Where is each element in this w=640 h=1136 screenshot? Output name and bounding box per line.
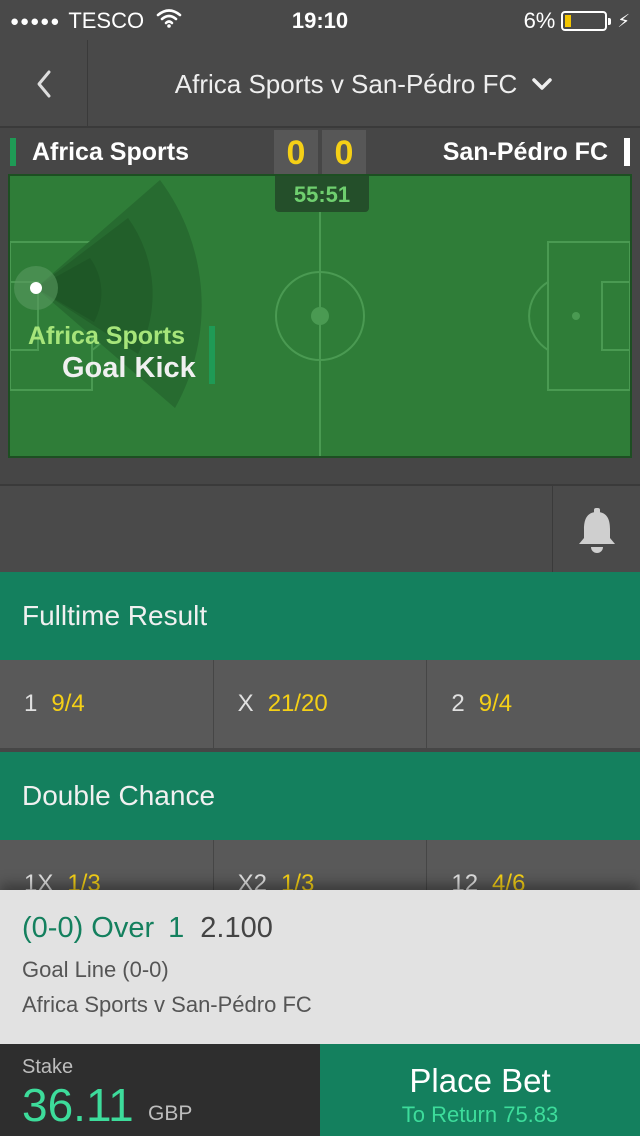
stake-currency: GBP xyxy=(148,1102,193,1125)
home-score: 0 xyxy=(274,130,318,176)
market-header-fulltime-result[interactable]: Fulltime Result xyxy=(0,572,640,660)
selection-name: X xyxy=(237,690,254,717)
betslip-event: Africa Sports v San-Pédro FC xyxy=(22,992,312,1017)
status-right: 6% ⚡ xyxy=(524,8,630,34)
market-header-double-chance[interactable]: Double Chance xyxy=(0,752,640,840)
stake-amount: 36.11 xyxy=(22,1079,134,1131)
status-bar: ●●●●● TESCO 19:10 6% ⚡ xyxy=(0,0,640,40)
event-title: Africa Sports v San-Pédro FC xyxy=(174,68,518,99)
betslip-headline: (0-0) Over 1 2.100 xyxy=(22,912,273,945)
event-header: Africa Sports v San-Pédro FC xyxy=(0,40,640,128)
stake-label: Stake xyxy=(22,1056,74,1078)
away-team-name: San-Pédro FC xyxy=(443,138,630,166)
event-team: Africa Sports xyxy=(28,322,185,350)
match-pitch: 55:51 Africa Sports Goal Kick xyxy=(8,174,632,458)
scoreboard: Africa Sports 0 0 San-Pédro FC xyxy=(0,130,640,176)
event-name: Goal Kick xyxy=(62,352,196,384)
match-toolbar xyxy=(0,484,640,574)
battery-icon xyxy=(561,11,612,31)
selection-price: 9/4 xyxy=(51,690,85,717)
chevron-down-icon xyxy=(532,78,552,90)
place-bet-label: Place Bet xyxy=(409,1062,551,1099)
match-clock: 55:51 xyxy=(275,176,369,212)
battery-percent: 6% xyxy=(523,8,556,33)
battery-tip xyxy=(608,18,612,25)
away-score: 0 xyxy=(322,130,366,176)
selection-price: 9/4 xyxy=(478,690,513,717)
selection-name: 1 xyxy=(24,690,38,717)
selection-price: 21/20 xyxy=(267,690,328,717)
betslip-odds: 2.100 xyxy=(200,912,273,944)
odds-button-draw[interactable]: X 21/20 xyxy=(214,660,428,748)
betslip-selection-name: (0-0) Over xyxy=(22,912,155,944)
bell-icon xyxy=(578,508,615,553)
stake-input[interactable]: Stake 36.11 GBP xyxy=(0,1044,320,1136)
event-selector[interactable]: Africa Sports v San-Pédro FC xyxy=(88,40,640,128)
odds-button-away[interactable]: 2 9/4 xyxy=(427,660,640,748)
betslip-market: Goal Line (0-0) xyxy=(22,957,169,982)
event-team-marker xyxy=(209,326,215,384)
betslip-selection[interactable]: (0-0) Over 1 2.100 Goal Line (0-0) Africa … xyxy=(0,890,640,1044)
charging-icon: ⚡ xyxy=(617,10,630,31)
notifications-button[interactable] xyxy=(552,486,640,574)
odds-row-fulltime-result: 1 9/4 X 21/20 2 9/4 xyxy=(0,660,640,748)
odds-button-home[interactable]: 1 9/4 xyxy=(0,660,214,748)
betslip-handicap: 1 xyxy=(168,912,185,944)
place-bet-button[interactable]: Place Bet To Return 75.83 xyxy=(320,1044,640,1136)
selection-name: 2 xyxy=(451,690,465,717)
pitch-markings xyxy=(10,176,630,456)
battery-level xyxy=(565,15,572,27)
home-team-name: Africa Sports xyxy=(10,138,189,166)
to-return-label: To Return 75.83 xyxy=(401,1102,559,1127)
back-button[interactable] xyxy=(0,40,88,128)
back-chevron-icon xyxy=(37,70,50,98)
